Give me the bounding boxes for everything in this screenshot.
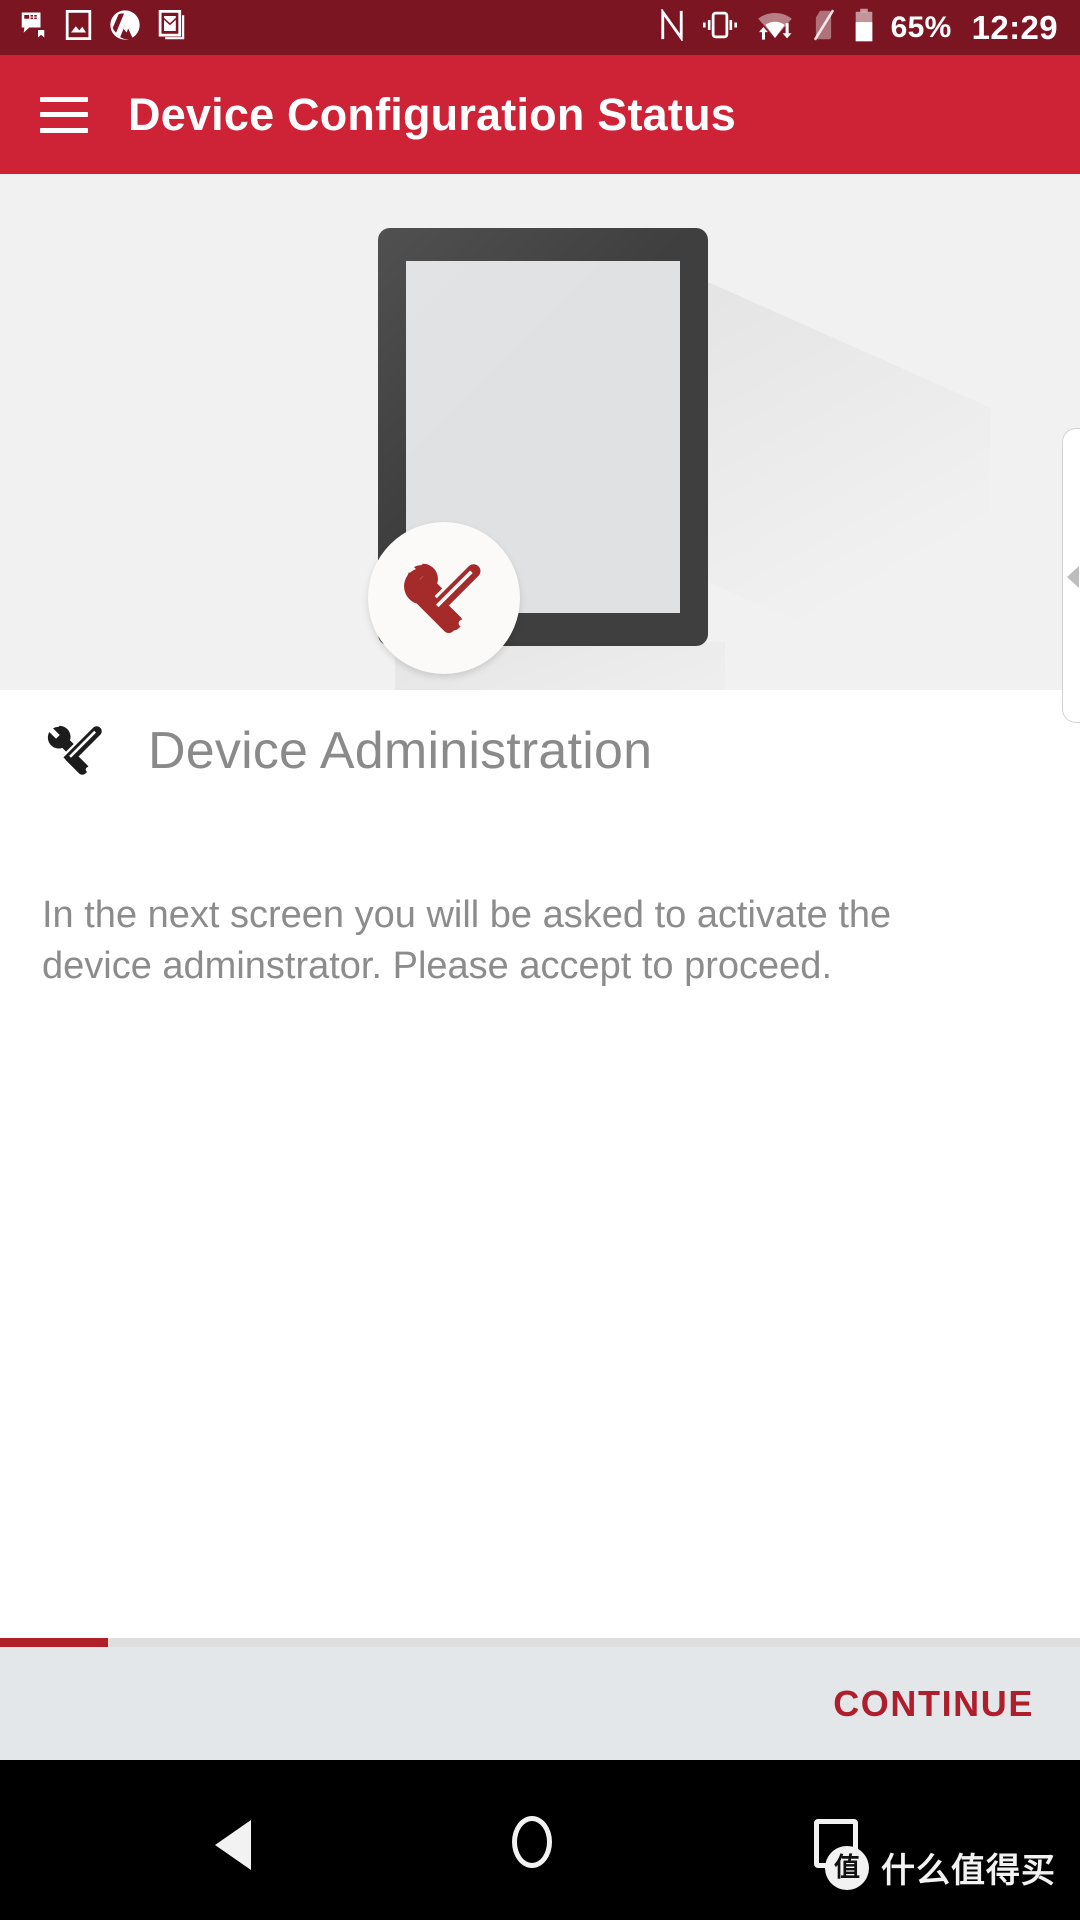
page-title: Device Configuration Status xyxy=(128,88,736,140)
watermark-text: 什么值得买 xyxy=(881,1851,1056,1891)
watermark: 值 什么值得买 xyxy=(825,1843,1056,1892)
mountain-app-icon xyxy=(109,9,141,46)
vibrate-icon xyxy=(701,10,739,45)
status-bar-system-icons: 65% 12:29 xyxy=(659,7,1058,47)
app-bar: Device Configuration Status xyxy=(0,55,1080,174)
battery-icon xyxy=(853,8,875,47)
progress-bar-fill xyxy=(0,1638,108,1647)
tablet-drop-shadow xyxy=(690,274,990,690)
content-section: Device Administration In the next screen… xyxy=(0,690,1080,1690)
gallery-icon xyxy=(65,10,92,45)
section-title: Device Administration xyxy=(148,722,653,780)
wrench-screwdriver-icon xyxy=(368,522,520,674)
hero-illustration xyxy=(0,174,1080,690)
progress-bar xyxy=(0,1638,1080,1647)
footer-bar: CONTINUE xyxy=(0,1647,1080,1760)
clock-label: 12:29 xyxy=(971,9,1058,46)
continue-button[interactable]: CONTINUE xyxy=(833,1683,1034,1725)
home-circle-icon[interactable] xyxy=(512,1816,552,1868)
wifi-activity-alert-icon xyxy=(755,9,795,46)
messaging-icon xyxy=(18,10,48,45)
back-triangle-icon[interactable] xyxy=(215,1820,251,1870)
battery-percent-label: 65% xyxy=(890,10,952,44)
phone-screen: 65% 12:29 Device Configuration Status De… xyxy=(0,0,1080,1920)
gmail-icon xyxy=(158,10,186,45)
section-header: Device Administration xyxy=(42,718,652,784)
section-body-text: In the next screen you will be asked to … xyxy=(42,894,892,987)
watermark-badge: 值 xyxy=(825,1845,869,1890)
nfc-icon xyxy=(659,7,685,46)
no-sim-icon xyxy=(811,9,837,46)
chevron-left-icon[interactable] xyxy=(1067,566,1079,588)
android-navigation-bar: 值 什么值得买 xyxy=(0,1760,1080,1920)
wrench-screwdriver-icon xyxy=(42,718,108,784)
hamburger-menu-icon[interactable] xyxy=(40,96,88,133)
status-bar: 65% 12:29 xyxy=(0,0,1080,55)
status-bar-notification-icons xyxy=(18,9,186,46)
